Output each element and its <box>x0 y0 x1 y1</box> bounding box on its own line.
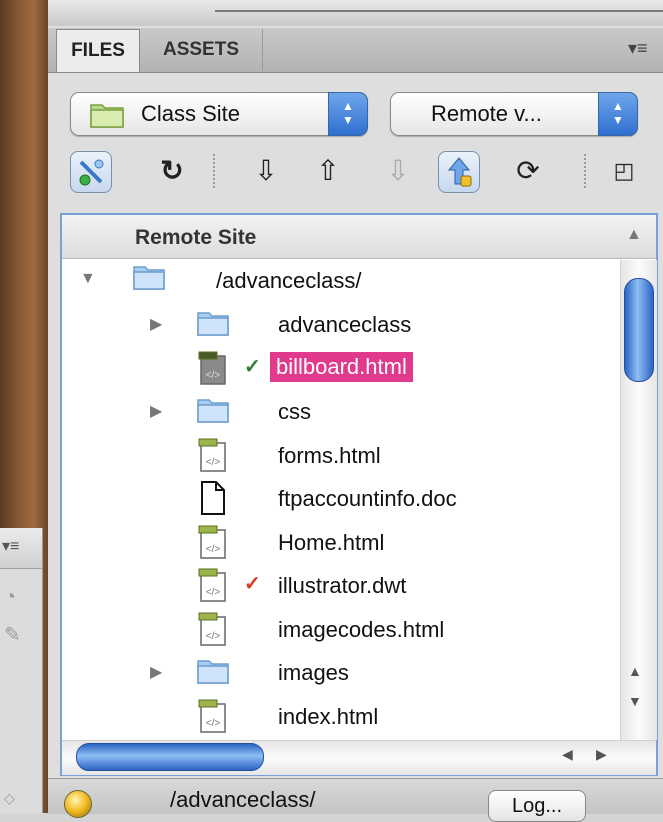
window-top-divider <box>215 0 663 12</box>
site-folder-icon <box>90 104 124 128</box>
folder-icon <box>197 312 229 336</box>
put-icon[interactable]: ⇧ <box>308 151 348 191</box>
folder-icon <box>197 399 229 423</box>
background-icon-3: ◇ <box>4 790 15 806</box>
status-path: /advanceclass/ <box>170 787 316 812</box>
background-panel-menu-icon: ▾≡ <box>2 538 20 555</box>
checkin-icon[interactable] <box>438 151 480 193</box>
background-panel <box>0 528 43 813</box>
tree-item-row[interactable]: ▶ css <box>62 389 618 433</box>
svg-text:</>: </> <box>206 544 221 555</box>
checkout-check-icon: ✓ <box>244 573 261 595</box>
view-dropdown-stepper[interactable]: ▲ ▼ <box>598 92 638 136</box>
disclosure-collapsed-icon[interactable]: ▶ <box>150 401 162 421</box>
svg-text:</>: </> <box>206 718 221 729</box>
svg-text:</>: </> <box>206 587 221 598</box>
tab-files[interactable]: FILES <box>56 29 140 72</box>
tree-item-label: Home.html <box>278 530 385 555</box>
tree-item-label: images <box>278 660 349 685</box>
log-button[interactable]: Log... <box>488 790 586 822</box>
tree-item-row[interactable]: ftpaccountinfo.doc <box>62 476 618 520</box>
tree-item-row[interactable]: </> forms.html <box>62 433 618 477</box>
html-file-icon: </> <box>198 568 226 602</box>
expand-icon[interactable]: ◰ <box>604 151 644 191</box>
site-dropdown[interactable]: Class Site ▲ ▼ <box>70 92 368 136</box>
tree-item-row[interactable]: </> index.html <box>62 694 618 738</box>
tree-item-label: illustrator.dwt <box>278 573 407 598</box>
get-icon[interactable]: ⇩ <box>246 151 286 191</box>
toolbar-separator <box>584 154 586 188</box>
site-dropdown-stepper[interactable]: ▲ ▼ <box>328 92 368 136</box>
svg-text:</>: </> <box>206 631 221 642</box>
view-dropdown[interactable]: Remote v... ▲ ▼ <box>390 92 638 136</box>
scroll-down-icon[interactable]: ▼ <box>628 693 642 709</box>
sort-arrow-icon[interactable]: ▲ <box>626 226 642 244</box>
tab-assets[interactable]: ASSETS <box>140 29 263 71</box>
disclosure-collapsed-icon[interactable]: ▶ <box>150 662 162 682</box>
folder-icon <box>133 266 165 290</box>
background-panel-header: ▾≡ <box>0 528 42 569</box>
scroll-right-icon[interactable]: ▶ <box>596 746 607 763</box>
document-file-icon <box>201 481 225 515</box>
tree-item-row[interactable]: </> ✓ billboard.html <box>62 346 618 390</box>
disclosure-collapsed-icon[interactable]: ▶ <box>150 314 162 334</box>
tree-root-label: /advanceclass/ <box>216 268 362 293</box>
tree-header-label: Remote Site <box>135 226 257 249</box>
disclosure-expanded-icon[interactable]: ▼ <box>80 270 96 288</box>
tree-item-label: css <box>278 399 311 424</box>
vertical-scroll-thumb[interactable] <box>624 278 654 382</box>
svg-text:</>: </> <box>206 457 221 468</box>
html-file-icon: </> <box>198 438 226 472</box>
tree-root-row[interactable]: ▼ /advanceclass/ <box>62 258 618 302</box>
connect-icon[interactable] <box>70 151 112 193</box>
tree-item-row[interactable]: </> ✓ illustrator.dwt <box>62 563 618 607</box>
tree-item-label: imagecodes.html <box>278 617 445 642</box>
scroll-up-icon[interactable]: ▲ <box>628 663 642 679</box>
checkout-icon[interactable]: ⇩ <box>378 151 418 191</box>
html-file-icon: </> <box>198 612 226 646</box>
tree-item-label: billboard.html <box>270 352 413 382</box>
tree-item-label: ftpaccountinfo.doc <box>278 486 457 511</box>
panel-options-icon[interactable]: ▾≡ <box>628 38 648 59</box>
folder-icon <box>197 660 229 684</box>
tree-item-label: forms.html <box>278 443 381 468</box>
tree-item-label: advanceclass <box>278 312 412 337</box>
site-dropdown-value: Class Site <box>141 101 241 126</box>
scroll-left-icon[interactable]: ◀ <box>562 746 573 763</box>
locked-html-file-icon: </> <box>198 351 226 385</box>
checkout-check-icon: ✓ <box>244 356 261 378</box>
html-file-icon: </> <box>198 699 226 733</box>
svg-text:</>: </> <box>206 370 221 381</box>
html-file-icon: </> <box>198 525 226 559</box>
view-dropdown-value: Remote v... <box>431 101 542 126</box>
sync-icon[interactable]: ⟳ <box>508 151 548 191</box>
tree-item-row[interactable]: ▶ advanceclass <box>62 302 618 346</box>
tree-item-row[interactable]: </> Home.html <box>62 520 618 564</box>
background-icon-1: ◔ <box>4 586 17 608</box>
site-status-icon <box>64 790 92 818</box>
background-icon-2: ✎ <box>4 624 21 646</box>
toolbar-separator <box>213 154 215 188</box>
tree-item-label: index.html <box>278 704 379 729</box>
horizontal-scroll-thumb[interactable] <box>76 743 264 771</box>
tree-item-row[interactable]: ▶ images <box>62 650 618 694</box>
tree-item-row[interactable]: </> imagecodes.html <box>62 607 618 651</box>
refresh-icon[interactable]: ↻ <box>152 151 192 191</box>
